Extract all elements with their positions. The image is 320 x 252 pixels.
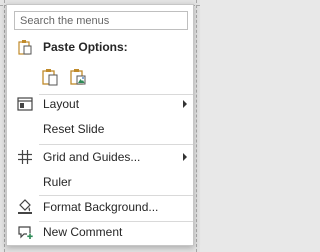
menu-item-grid-and-guides[interactable]: Grid and Guides... — [8, 145, 194, 169]
menu-item-label: Reset Slide — [43, 122, 105, 136]
layout-icon — [12, 92, 38, 116]
menu-item-new-comment[interactable]: New Comment — [8, 220, 194, 244]
paste-options-label: Paste Options: — [43, 40, 128, 54]
menu-item-label: New Comment — [43, 225, 123, 239]
menu-item-label: Format Background... — [43, 200, 159, 214]
new-comment-icon — [12, 220, 38, 244]
paste-options-header: Paste Options: — [8, 35, 194, 59]
paste-picture-icon — [70, 69, 86, 85]
grid-icon — [12, 145, 38, 169]
menu-item-label: Ruler — [43, 175, 72, 189]
submenu-arrow-icon — [183, 153, 187, 161]
paste-picture-button[interactable] — [67, 66, 89, 88]
submenu-arrow-icon — [183, 100, 187, 108]
context-menu: Paste Options: — [6, 4, 194, 246]
paste-destination-theme-button[interactable] — [39, 66, 61, 88]
slide-guide-left — [4, 0, 5, 252]
menu-item-label: Grid and Guides... — [43, 150, 141, 164]
menu-item-label: Layout — [43, 97, 80, 111]
menu-item-reset-slide[interactable]: Reset Slide — [8, 117, 194, 141]
clipboard-icon — [12, 35, 38, 59]
paste-options-row — [39, 66, 99, 88]
menu-item-ruler[interactable]: Ruler — [8, 170, 194, 194]
format-background-icon — [12, 195, 38, 219]
menu-item-format-background[interactable]: Format Background... — [8, 195, 194, 219]
paste-clipboard-icon — [42, 69, 58, 86]
slide-guide-right — [196, 0, 197, 252]
menu-item-layout[interactable]: Layout — [8, 92, 194, 116]
search-menus-input[interactable] — [14, 11, 188, 30]
